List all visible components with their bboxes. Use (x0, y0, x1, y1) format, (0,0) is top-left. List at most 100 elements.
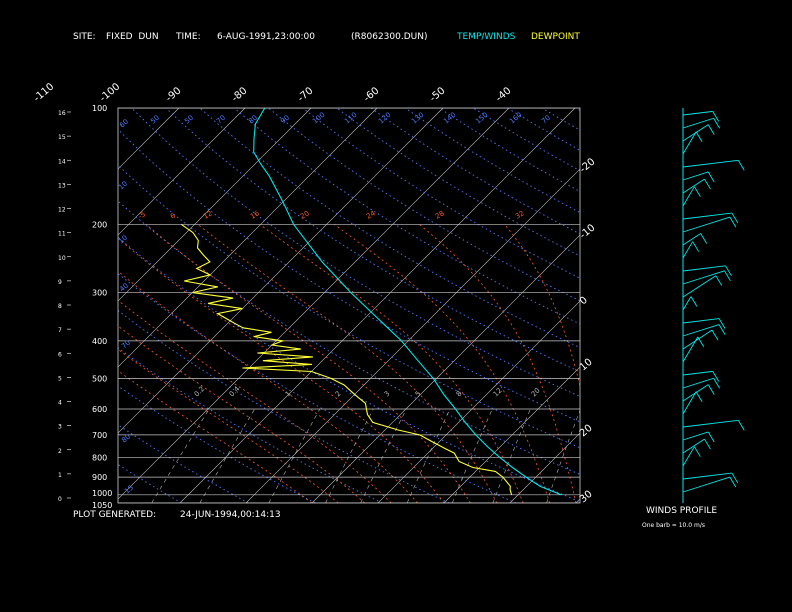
wind-barb-flag (690, 296, 698, 307)
height-tick-label: 13 (58, 182, 66, 189)
mixing-ratio-label: 0.4 (228, 384, 242, 398)
mixing-ratio-line (546, 409, 580, 503)
wind-barb-flag (695, 391, 703, 403)
dry-adiabat-label: 50 (183, 114, 195, 126)
isotherm-line (0, 108, 47, 503)
dry-adiabat (302, 108, 580, 279)
wind-barb-flag (704, 438, 711, 450)
isotherm-line (311, 234, 580, 503)
moist-adiabat-label: 12 (202, 209, 214, 220)
pressure-tick-label: 1050 (92, 501, 112, 510)
pressure-tick-label: 100 (92, 104, 107, 113)
temp-top-label: -90 (164, 85, 184, 104)
temp-top-label: -40 (494, 85, 514, 104)
pressure-tick-label: 400 (92, 337, 107, 346)
temp-top-label: -110 (32, 81, 56, 104)
wind-barb (682, 431, 709, 441)
wind-barb (682, 296, 692, 311)
wind-barb (682, 216, 730, 233)
dry-adiabat-label: 70 (215, 114, 227, 126)
height-tick-label: 5 (58, 375, 62, 382)
isotherm-line (118, 108, 444, 434)
wind-barb (682, 472, 732, 480)
wind-barb-flag (695, 131, 703, 143)
wind-barb (682, 329, 713, 350)
temp-right-label: -20 (578, 156, 598, 175)
dry-adiabat-label: 50 (149, 114, 161, 126)
isotherm-line (118, 108, 312, 302)
height-tick-label: 6 (58, 351, 62, 358)
mixing-ratio-label: 0.2 (193, 385, 207, 399)
dry-adiabat-label: 15 (123, 484, 135, 496)
moist-adiabat (118, 325, 366, 503)
wind-barb-flag (712, 111, 720, 122)
wind-barb-flag (713, 118, 721, 129)
wind-barb-flag (697, 336, 705, 348)
dry-adiabat-label: 10 (117, 180, 129, 192)
dry-adiabat (118, 273, 517, 503)
moist-adiabat (419, 224, 577, 503)
height-tick-label: 2 (58, 448, 62, 455)
height-tick-label: 10 (58, 255, 66, 262)
wind-barb-flag (718, 324, 726, 335)
wind-barb-flag (707, 171, 715, 183)
dry-adiabat (165, 108, 580, 373)
moist-adiabat-label: 24 (365, 209, 377, 221)
dry-adiabat (131, 108, 580, 398)
height-tick-label: 3 (58, 424, 62, 431)
dry-adiabat-label: 100 (311, 111, 326, 126)
temp-top-label: -60 (362, 85, 382, 104)
dry-adiabat (507, 108, 580, 151)
wind-barb-flag (718, 318, 726, 329)
wind-barb-flag (707, 431, 715, 443)
isotherm-line (0, 108, 113, 503)
wind-barb (682, 212, 732, 220)
wind-barb-flag (707, 384, 715, 395)
moist-adiabat-label: 32 (514, 209, 526, 220)
wind-barb (682, 419, 739, 428)
dry-adiabat (268, 108, 580, 302)
wind-barb-flag (711, 329, 719, 341)
mixing-ratio-line (268, 408, 321, 503)
isotherm-line (509, 432, 580, 503)
mixing-ratio-label: 2 (334, 390, 343, 399)
dry-adiabat-label: 10 (117, 234, 129, 246)
dry-adiabat (0, 108, 48, 503)
wind-barb (682, 270, 725, 285)
wind-barb-flag (694, 186, 701, 197)
isotherm-line (118, 108, 378, 368)
wind-barb (682, 110, 713, 116)
dry-adiabat-label: 90 (279, 114, 291, 126)
wind-barb (682, 265, 726, 272)
dry-adiabat (118, 463, 182, 503)
dry-adiabat-label: 80 (247, 114, 259, 126)
dry-adiabat-label: 120 (377, 111, 392, 126)
mixing-ratio-line (151, 408, 210, 503)
isotherm-line (642, 108, 792, 503)
wind-barb (682, 336, 699, 363)
moist-adiabat-label: 28 (434, 209, 446, 220)
mixing-ratio-label: 3 (383, 390, 392, 399)
wind-barb (682, 171, 709, 181)
dry-adiabat (118, 385, 316, 503)
dry-adiabat-label: 160 (508, 111, 523, 126)
dry-adiabat (610, 108, 792, 503)
moist-adiabat-label: -5 (137, 210, 147, 220)
isotherm-line (118, 108, 180, 170)
temperature-profile (253, 108, 562, 496)
moist-adiabat-label: 6 (169, 211, 177, 220)
wind-barb-flag (737, 160, 745, 171)
wind-barb (682, 438, 705, 454)
wind-barb-flag (715, 275, 723, 286)
wind-barb (682, 178, 705, 194)
height-tick-label: 0 (58, 496, 62, 503)
dry-adiabat (118, 200, 580, 475)
height-tick-label: 8 (58, 303, 62, 310)
dry-adiabat-label: 110 (343, 111, 358, 126)
height-tick-label: 1 (58, 472, 62, 479)
height-tick-label: 12 (58, 207, 66, 214)
wind-barb (682, 131, 697, 155)
dry-adiabat-label: 70 (120, 339, 132, 351)
dry-adiabat-label: 80 (120, 433, 132, 445)
pressure-tick-label: 300 (92, 289, 107, 298)
